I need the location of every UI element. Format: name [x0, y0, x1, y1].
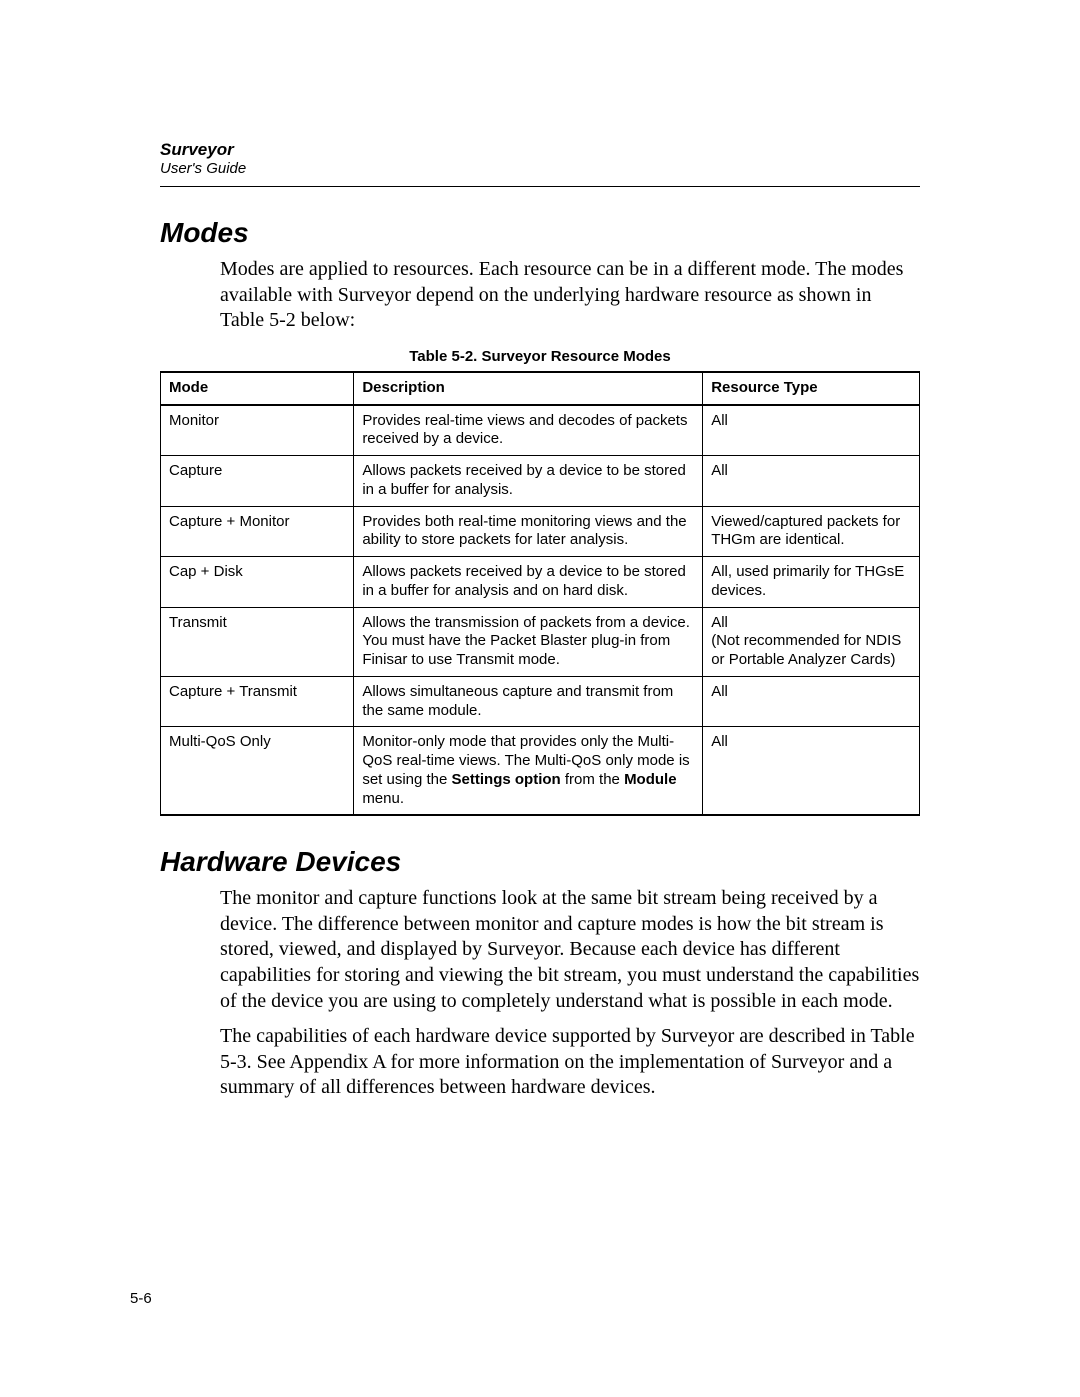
cell-desc: Allows simultaneous capture and transmit…: [354, 676, 703, 727]
cell-desc: Provides real-time views and decodes of …: [354, 405, 703, 456]
modes-table: Mode Description Resource Type Monitor P…: [160, 371, 920, 817]
table-header-row: Mode Description Resource Type: [161, 372, 920, 405]
cell-desc: Provides both real-time monitoring views…: [354, 506, 703, 557]
cell-mode: Capture: [161, 456, 354, 507]
page: Surveyor User's Guide Modes Modes are ap…: [0, 0, 1080, 1397]
header-rule: [160, 186, 920, 187]
cell-mode: Capture + Monitor: [161, 506, 354, 557]
cell-res: All, used primarily for THGsE devices.: [703, 557, 920, 608]
cell-mode: Multi-QoS Only: [161, 727, 354, 816]
hardware-paragraph-2: The capabilities of each hardware device…: [160, 1024, 920, 1101]
cell-desc: Allows packets received by a device to b…: [354, 557, 703, 608]
section-heading-modes: Modes: [160, 217, 920, 249]
table-row: Transmit Allows the transmission of pack…: [161, 607, 920, 676]
header-title: Surveyor: [160, 140, 920, 160]
table-row: Cap + Disk Allows packets received by a …: [161, 557, 920, 608]
desc-text: menu.: [362, 790, 404, 807]
header-subtitle: User's Guide: [160, 160, 246, 177]
cell-res: All: [703, 727, 920, 816]
cell-mode: Capture + Transmit: [161, 676, 354, 727]
th-description: Description: [354, 372, 703, 405]
cell-desc: Monitor-only mode that provides only the…: [354, 727, 703, 816]
cell-mode: Transmit: [161, 607, 354, 676]
cell-res: Viewed/captured packets for THGm are ide…: [703, 506, 920, 557]
table-row: Monitor Provides real-time views and dec…: [161, 405, 920, 456]
th-resource-type: Resource Type: [703, 372, 920, 405]
table-row: Capture + Monitor Provides both real-tim…: [161, 506, 920, 557]
table-row: Capture Allows packets received by a dev…: [161, 456, 920, 507]
modes-paragraph: Modes are applied to resources. Each res…: [160, 257, 920, 334]
page-header: Surveyor User's Guide: [160, 140, 920, 178]
page-number: 5-6: [130, 1290, 152, 1307]
cell-res: All (Not recommended for NDIS or Portabl…: [703, 607, 920, 676]
desc-bold: Settings option: [452, 771, 561, 788]
th-mode: Mode: [161, 372, 354, 405]
cell-mode: Monitor: [161, 405, 354, 456]
cell-mode: Cap + Disk: [161, 557, 354, 608]
cell-desc: Allows packets received by a device to b…: [354, 456, 703, 507]
hardware-paragraph-1: The monitor and capture functions look a…: [160, 886, 920, 1014]
desc-text: from the: [561, 771, 624, 788]
table-caption: Table 5-2. Surveyor Resource Modes: [160, 348, 920, 365]
cell-res: All: [703, 405, 920, 456]
table-row: Multi-QoS Only Monitor-only mode that pr…: [161, 727, 920, 816]
cell-res: All: [703, 456, 920, 507]
table-row: Capture + Transmit Allows simultaneous c…: [161, 676, 920, 727]
section-heading-hardware: Hardware Devices: [160, 846, 920, 878]
desc-bold: Module: [624, 771, 677, 788]
cell-desc: Allows the transmission of packets from …: [354, 607, 703, 676]
cell-res: All: [703, 676, 920, 727]
